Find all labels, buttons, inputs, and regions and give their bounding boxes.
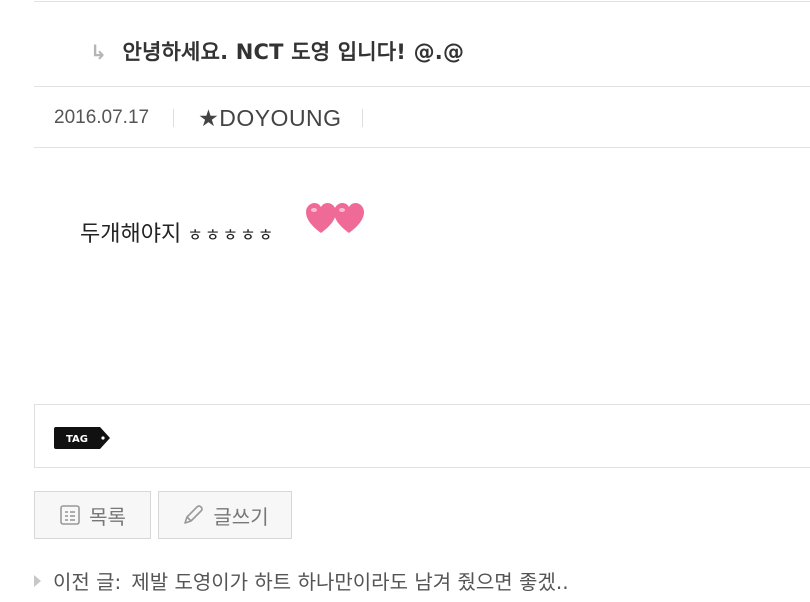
heart-icon: [306, 203, 336, 233]
write-button[interactable]: 글쓰기: [158, 491, 292, 539]
post-body: 두개해야지 ㅎㅎㅎㅎㅎ: [80, 216, 275, 248]
list-button[interactable]: 목록: [34, 491, 151, 539]
write-button-label: 글쓰기: [213, 504, 269, 529]
tag-box: TAG: [34, 404, 810, 468]
triangle-right-icon: [34, 574, 41, 587]
post-body-text: 두개해야지: [80, 222, 182, 247]
list-icon: [60, 505, 80, 525]
post-title-text: 안녕하세요. NCT 도영 입니다! @.@: [122, 40, 465, 64]
hearts-emoticon-icon: [306, 203, 364, 233]
tag-badge-icon: TAG: [54, 427, 110, 449]
post-body-laugh: ㅎㅎㅎㅎㅎ: [187, 226, 276, 246]
post-date: 2016.07.17: [54, 107, 150, 128]
reply-arrow-icon: ↳: [90, 40, 107, 64]
meta-separator: [173, 109, 175, 127]
meta-separator: [361, 109, 363, 127]
heart-icon: [334, 203, 364, 233]
top-divider: [34, 1, 810, 2]
prev-post-title[interactable]: 제발 도영이가 하트 하나만이라도 남겨 줬으면 좋겠..: [131, 566, 568, 595]
post-title: ↳ 안녕하세요. NCT 도영 입니다! @.@: [90, 36, 464, 66]
post-author[interactable]: ★DOYOUNG: [198, 105, 341, 132]
prev-post-label: 이전 글:: [53, 570, 122, 594]
post-meta: 2016.07.17 ★DOYOUNG: [54, 103, 363, 133]
meta-divider: [34, 147, 810, 148]
list-button-label: 목록: [89, 504, 126, 529]
tag-badge-label: TAG: [66, 434, 88, 445]
title-divider: [34, 86, 810, 87]
pencil-icon: [184, 505, 204, 524]
prev-post-link: 이전 글: 제발 도영이가 하트 하나만이라도 남겨 줬으면 좋겠..: [34, 566, 569, 595]
